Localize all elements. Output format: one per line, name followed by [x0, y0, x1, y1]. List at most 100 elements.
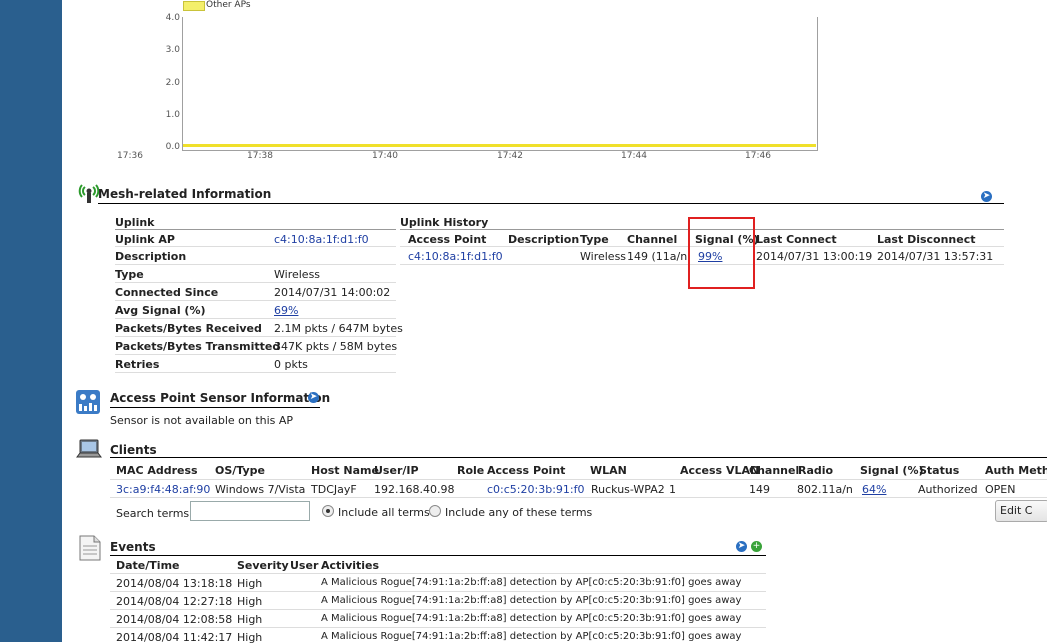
col-os: OS/Type — [215, 464, 265, 477]
x-tick: 17:44 — [621, 151, 647, 161]
sidebar — [0, 0, 62, 642]
client-vlan: 1 — [669, 483, 676, 496]
client-ap-link[interactable]: c0:c5:20:3b:91:f0 — [487, 483, 584, 496]
col-radio: Radio — [798, 464, 834, 477]
row-divider — [110, 479, 1047, 480]
sensor-message: Sensor is not available on this AP — [110, 414, 294, 427]
event-activity: A Malicious Rogue[74:91:1a:2b:ff:a8] det… — [321, 631, 742, 642]
event-severity: High — [237, 577, 263, 590]
event-date: 2014/08/04 11:42:17 — [116, 631, 233, 644]
row-divider — [110, 627, 766, 628]
refresh-icon[interactable]: ➤ — [736, 541, 747, 552]
x-tick: 17:40 — [372, 151, 398, 161]
client-os: Windows 7/Vista — [215, 483, 306, 496]
history-ap-link[interactable]: c4:10:8a:1f:d1:f0 — [408, 250, 503, 263]
col-last-connect: Last Connect — [756, 233, 837, 246]
row-divider — [115, 246, 396, 247]
y-tick: 1.0 — [165, 110, 180, 120]
x-tick: 17:36 — [117, 151, 143, 161]
client-ip: 192.168.40.98 — [374, 483, 455, 496]
row-divider — [115, 318, 396, 319]
row-divider — [115, 282, 396, 283]
chart-plot-area — [182, 17, 818, 151]
type-value: Wireless — [274, 268, 321, 281]
col-access-point: Access Point — [487, 464, 566, 477]
history-last-connect: 2014/07/31 13:00:19 — [756, 250, 873, 263]
refresh-icon[interactable]: ➤ — [981, 191, 992, 202]
col-signal: Signal (%) — [860, 464, 924, 477]
x-tick: 17:38 — [247, 151, 273, 161]
col-channel: Channel — [627, 233, 678, 246]
client-radio: 802.11a/n — [797, 483, 853, 496]
sensor-divider — [110, 407, 320, 408]
add-icon[interactable]: + — [751, 541, 762, 552]
packets-received-value: 2.1M pkts / 647M bytes — [274, 322, 403, 335]
uplink-header-line — [115, 229, 396, 230]
radio-all-label: Include all terms — [338, 506, 430, 519]
history-last-disconnect: 2014/07/31 13:57:31 — [877, 250, 994, 263]
row-divider — [115, 300, 396, 301]
row-divider — [115, 264, 396, 265]
edit-columns-button[interactable]: Edit C — [995, 500, 1047, 522]
uplink-label: Connected Since — [115, 286, 219, 299]
chart-series-line — [183, 144, 816, 147]
client-status: Authorized — [918, 483, 978, 496]
col-user-ip: User/IP — [374, 464, 419, 477]
y-tick: 2.0 — [165, 78, 180, 88]
signal-highlight-box — [688, 217, 755, 289]
uplink-label: Description — [115, 250, 187, 263]
x-tick: 17:46 — [745, 151, 771, 161]
search-label: Search terms — [116, 507, 190, 520]
col-datetime: Date/Time — [116, 559, 180, 572]
client-hostname: TDCJayF — [311, 483, 357, 496]
uplink-label: Type — [115, 268, 144, 281]
row-divider — [110, 591, 766, 592]
history-channel: 149 (11a/n) — [627, 250, 689, 263]
radio-all-terms[interactable] — [322, 505, 334, 517]
client-auth: OPEN — [985, 483, 1016, 496]
clients-divider — [110, 457, 1047, 458]
col-channel: Channel — [749, 464, 800, 477]
events-divider — [110, 555, 766, 556]
col-user: User — [290, 559, 319, 572]
radio-any-terms[interactable] — [429, 505, 441, 517]
events-section-title: Events — [110, 540, 156, 554]
col-hostname: Host Name — [311, 464, 379, 477]
radio-any-label: Include any of these terms — [445, 506, 593, 519]
event-activity: A Malicious Rogue[74:91:1a:2b:ff:a8] det… — [321, 613, 742, 624]
avg-signal-link[interactable]: 69% — [274, 304, 298, 317]
col-status: Status — [919, 464, 960, 477]
col-description: Description — [508, 233, 580, 246]
uplink-label: Packets/Bytes Received — [115, 322, 262, 335]
col-wlan: WLAN — [590, 464, 627, 477]
mesh-section-title: Mesh-related Information — [98, 187, 272, 201]
col-mac: MAC Address — [116, 464, 198, 477]
uplink-ap-value[interactable]: c4:10:8a:1f:d1:f0 — [274, 233, 369, 246]
legend-swatch — [183, 1, 205, 11]
refresh-icon[interactable]: ➤ — [308, 392, 319, 403]
search-input[interactable] — [190, 501, 310, 521]
row-divider — [110, 573, 766, 574]
client-signal-link[interactable]: 64% — [862, 483, 886, 496]
client-mac-link[interactable]: 3c:a9:f4:48:af:90 — [116, 483, 210, 496]
col-role: Role — [457, 464, 485, 477]
row-divider — [115, 372, 396, 373]
retries-value: 0 pkts — [274, 358, 308, 371]
legend-label: Other APs — [206, 0, 251, 10]
client-channel: 149 — [749, 483, 770, 496]
laptop-icon — [76, 438, 102, 462]
event-severity: High — [237, 631, 263, 644]
event-date: 2014/08/04 12:27:18 — [116, 595, 233, 608]
event-activity: A Malicious Rogue[74:91:1a:2b:ff:a8] det… — [321, 595, 742, 606]
event-date: 2014/08/04 13:18:18 — [116, 577, 233, 590]
col-severity: Severity — [237, 559, 289, 572]
row-divider — [110, 497, 1047, 498]
row-divider — [115, 354, 396, 355]
packets-transmitted-value: 347K pkts / 58M bytes — [274, 340, 398, 353]
uplink-history-header: Uplink History — [400, 216, 489, 229]
uplink-header: Uplink — [115, 216, 155, 229]
document-icon — [79, 535, 101, 561]
col-access-point: Access Point — [408, 233, 487, 246]
sensor-icon — [76, 390, 100, 414]
col-activities: Activities — [321, 559, 380, 572]
